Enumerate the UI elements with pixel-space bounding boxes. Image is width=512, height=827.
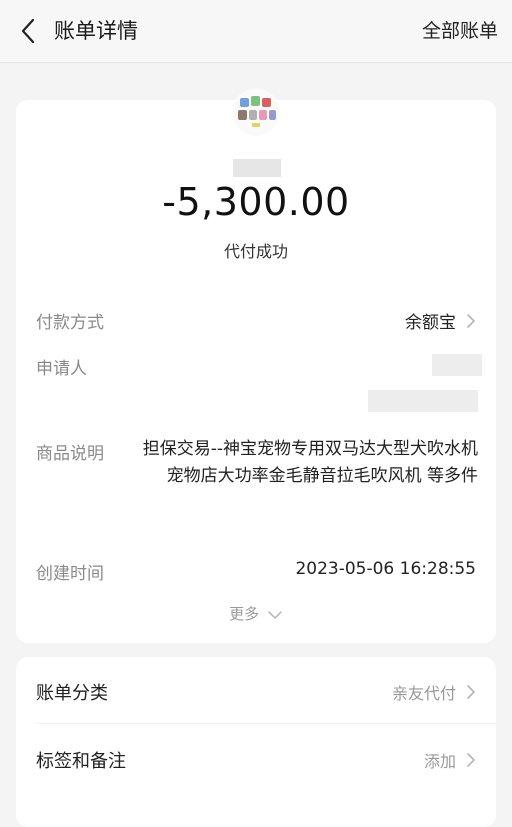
more-label: 更多 <box>229 605 260 623</box>
created-time-value: 2023-05-06 16:28:55 <box>295 559 476 579</box>
page-title: 账单详情 <box>54 19 138 43</box>
payment-method-row[interactable]: 余额宝 <box>405 308 476 333</box>
chevron-right-icon <box>467 313 475 328</box>
payment-method-value: 余额宝 <box>405 313 456 333</box>
merchant-avatar <box>232 88 280 136</box>
category-label: 账单分类 <box>36 683 108 704</box>
payee-name-redacted <box>233 159 281 177</box>
bill-extra-card: 账单分类 亲友代付 标签和备注 添加 <box>16 657 496 827</box>
bill-status: 代付成功 <box>223 242 288 261</box>
created-time-label: 创建时间 <box>36 564 104 584</box>
product-desc-label: 商品说明 <box>36 444 104 464</box>
tags-row[interactable]: 添加 <box>424 748 476 772</box>
chevron-left-icon <box>21 18 35 44</box>
divider <box>36 723 496 724</box>
bill-detail-card: -5,300.00 代付成功 付款方式 余额宝 申请人 商品说明 担保交易--神… <box>16 88 496 643</box>
back-button[interactable] <box>14 16 42 46</box>
payment-method-label: 付款方式 <box>36 313 104 333</box>
more-button[interactable]: 更多 <box>16 603 496 624</box>
chevron-down-icon <box>268 610 282 619</box>
category-value: 亲友代付 <box>391 684 456 703</box>
tags-label: 标签和备注 <box>36 751 126 772</box>
applicant-label: 申请人 <box>36 359 87 379</box>
nav-bar: 账单详情 全部账单 <box>0 0 512 63</box>
product-desc-value: 担保交易--神宝宠物专用双马达大型犬吹水机宠物店大功率金毛静音拉毛吹风机 等多件 <box>142 439 478 486</box>
applicant-name-redacted <box>432 354 482 376</box>
tags-value: 添加 <box>423 752 456 771</box>
chevron-right-icon <box>467 753 475 767</box>
bill-amount: -5,300.00 <box>162 180 350 224</box>
category-row[interactable]: 亲友代付 <box>392 680 476 704</box>
chevron-right-icon <box>467 685 475 699</box>
all-bills-link[interactable]: 全部账单 <box>422 16 498 46</box>
applicant-account-redacted <box>368 390 478 412</box>
